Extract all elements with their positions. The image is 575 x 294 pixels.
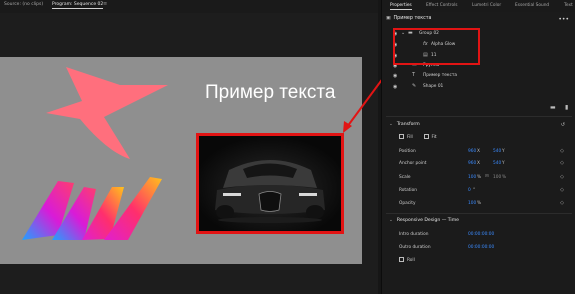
roll-row: Roll	[399, 257, 415, 263]
keyframe-icon[interactable]: ◇	[560, 148, 564, 154]
program-canvas[interactable]: Пример текста	[0, 57, 362, 264]
eye-icon[interactable]: ◉	[393, 84, 397, 90]
fit-icon[interactable]	[423, 134, 429, 139]
reset-icon[interactable]: ↺	[561, 122, 565, 128]
outro-duration-value[interactable]: 00:00:00:00	[468, 245, 494, 250]
panel-menu-icon[interactable]: ≡	[103, 1, 107, 7]
tab-essential-sound[interactable]: Essential Sound	[515, 3, 549, 8]
unit-label: Y	[502, 149, 505, 154]
position-x-value[interactable]: 960	[468, 149, 476, 154]
eye-icon[interactable]: ◉	[393, 73, 397, 79]
unit-label: °	[473, 188, 476, 193]
tab-lumetri-color[interactable]: Lumetri Color	[472, 3, 501, 8]
fit-label[interactable]: Fit	[432, 135, 437, 140]
unit-label: %	[477, 175, 482, 180]
layer-row-shape[interactable]: ◉ ✎ Shape 01	[382, 82, 575, 92]
unit-label: X	[477, 149, 480, 154]
roll-checkbox[interactable]	[399, 257, 404, 262]
car-image-layer[interactable]	[196, 133, 344, 234]
keyframe-icon[interactable]: ◇	[560, 160, 564, 166]
keyframe-icon[interactable]: ◇	[560, 200, 564, 206]
delete-icon[interactable]: ▮	[565, 104, 568, 111]
properties-tab-bar: Properties Effect Controls Lumetri Color…	[382, 0, 575, 12]
property-label: Opacity	[399, 201, 416, 206]
keyframe-icon[interactable]: ◇	[560, 187, 564, 193]
transform-section-header[interactable]: ⌄ Transform	[389, 122, 420, 127]
responsive-title: Responsive Design — Time	[396, 218, 459, 223]
selected-layer-header: ▣ Пример текста	[386, 16, 431, 21]
property-label: Outro duration	[399, 245, 431, 250]
unit-label: Y	[502, 161, 505, 166]
responsive-design-header[interactable]: ⌄ Responsive Design — Time	[389, 218, 459, 223]
link-icon[interactable]: ⊟	[485, 174, 489, 179]
chevron-down-icon[interactable]: ⌄	[389, 122, 393, 127]
text-icon: T	[412, 72, 416, 78]
anchor-x-value[interactable]: 960	[468, 161, 476, 166]
unit-label: X	[477, 161, 480, 166]
layer-label: Пример текста	[423, 73, 457, 78]
keyframe-icon[interactable]: ◇	[560, 174, 564, 180]
anchor-y-value[interactable]: 540	[493, 161, 501, 166]
intro-duration-value[interactable]: 00:00:00:00	[468, 232, 494, 237]
position-y-value[interactable]: 540	[493, 149, 501, 154]
tab-program-monitor[interactable]: Program: Sequence 02	[52, 2, 104, 9]
unit-label: %	[477, 201, 482, 206]
tab-effect-controls[interactable]: Effect Controls	[426, 3, 458, 8]
program-monitor-panel: Source: (no clips) Program: Sequence 02 …	[0, 0, 378, 294]
property-label: Scale	[399, 175, 411, 180]
selected-layer-name: Пример текста	[393, 16, 432, 21]
roll-label[interactable]: Roll	[407, 258, 415, 263]
car-image	[199, 136, 341, 231]
chevron-down-icon[interactable]: ⌄	[389, 218, 393, 223]
tab-source[interactable]: Source: (no clips)	[4, 2, 43, 7]
fill-fit-row: Fill Fit	[399, 134, 437, 140]
rotation-value[interactable]: 0	[468, 188, 471, 193]
monitor-tab-bar: Source: (no clips) Program: Sequence 02 …	[0, 0, 378, 13]
property-label: Rotation	[399, 188, 417, 193]
new-folder-icon[interactable]: ▬	[550, 104, 556, 111]
layer-row-text[interactable]: ◉ T Пример текста	[382, 71, 575, 81]
scale-height-value[interactable]: 100	[493, 175, 501, 180]
transform-title: Transform	[396, 122, 420, 127]
fill-icon[interactable]	[399, 134, 404, 139]
tab-text[interactable]: Text	[564, 3, 573, 8]
more-options-icon[interactable]: •••	[558, 16, 569, 23]
section-divider	[386, 116, 572, 117]
unit-label: %	[502, 175, 507, 180]
property-label: Intro duration	[399, 232, 429, 237]
property-label: Position	[399, 149, 416, 154]
fill-label[interactable]: Fill	[407, 135, 413, 140]
annotation-highlight-box	[393, 28, 480, 65]
section-divider	[386, 213, 572, 214]
scale-value[interactable]: 100	[468, 175, 476, 180]
tab-properties[interactable]: Properties	[390, 3, 412, 10]
property-label: Anchor point	[399, 161, 427, 166]
layer-label: Shape 01	[423, 84, 444, 89]
canvas-text-layer[interactable]: Пример текста	[205, 82, 335, 104]
opacity-value[interactable]: 100	[468, 201, 476, 206]
properties-icon: ▣	[386, 16, 391, 21]
pen-icon: ✎	[412, 83, 417, 89]
